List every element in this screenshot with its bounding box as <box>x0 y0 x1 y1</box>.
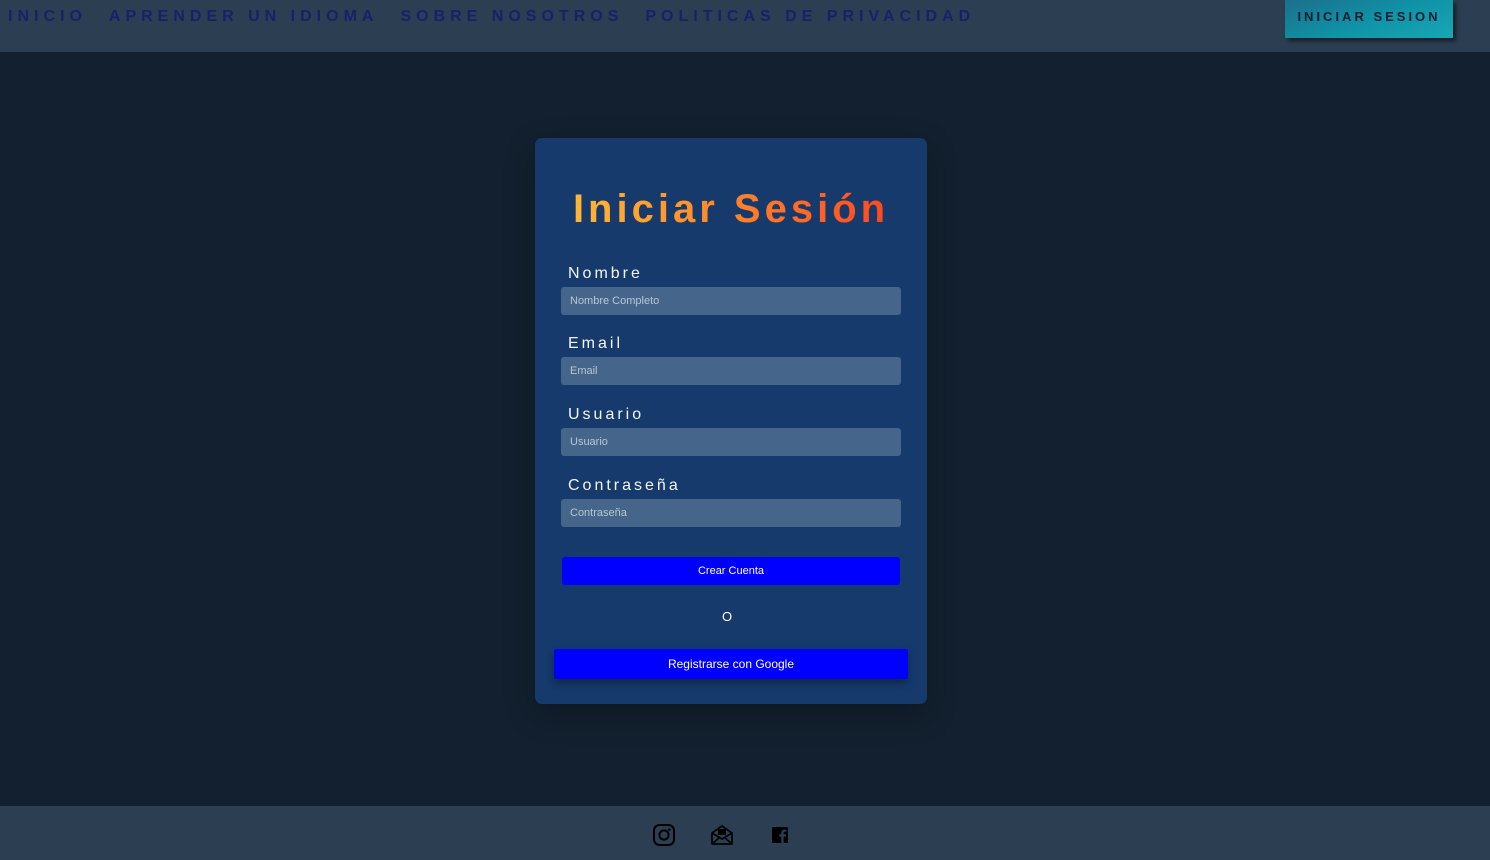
facebook-icon[interactable] <box>768 823 792 847</box>
mail-icon[interactable] <box>710 823 734 847</box>
or-separator: O <box>721 609 733 624</box>
email-input[interactable] <box>561 357 901 385</box>
signup-card: Iniciar Sesión Nombre Email Usuario Cont… <box>535 138 927 704</box>
page-title: Iniciar Sesión <box>535 182 927 236</box>
name-label: Nombre <box>568 265 643 282</box>
nav-item-inicio[interactable]: INICIO <box>8 8 87 26</box>
footer <box>0 806 1490 860</box>
name-input[interactable] <box>561 287 901 315</box>
title-word-2: Sesión <box>733 187 890 231</box>
top-navigation-bar: INICIO APRENDER UN IDIOMA SOBRE NOSOTROS… <box>0 0 1490 52</box>
nav-item-aprender-idioma[interactable]: APRENDER UN IDIOMA <box>109 8 379 26</box>
username-input[interactable] <box>561 428 901 456</box>
password-label: Contraseña <box>568 477 681 494</box>
main-nav: INICIO APRENDER UN IDIOMA SOBRE NOSOTROS… <box>8 8 997 26</box>
create-account-button[interactable]: Crear Cuenta <box>562 557 900 585</box>
email-label: Email <box>568 335 624 352</box>
password-input[interactable] <box>561 499 901 527</box>
nav-item-politicas-privacidad[interactable]: POLITICAS DE PRIVACIDAD <box>645 8 975 26</box>
instagram-icon[interactable] <box>652 823 676 847</box>
google-signup-button[interactable]: Registrarse con Google <box>554 649 908 679</box>
username-label: Usuario <box>568 406 645 423</box>
title-word-1: Iniciar <box>572 187 719 231</box>
nav-item-sobre-nosotros[interactable]: SOBRE NOSOTROS <box>400 8 623 26</box>
login-button[interactable]: INICIAR SESION <box>1285 0 1453 38</box>
